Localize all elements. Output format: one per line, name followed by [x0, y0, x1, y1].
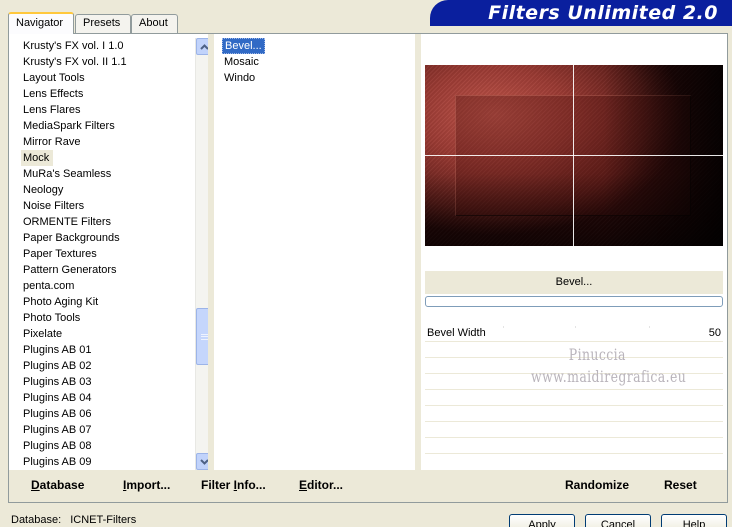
slider-ticks: [503, 326, 650, 328]
category-item[interactable]: Layout Tools: [21, 70, 201, 86]
filter-row: Windo: [222, 70, 402, 86]
parameter-list: Bevel Width 50 Pinuccia www.maidiregrafi…: [425, 326, 723, 470]
column-separator: [415, 34, 421, 470]
category-item[interactable]: Lens Effects: [21, 86, 201, 102]
import-button[interactable]: Import...: [123, 478, 170, 492]
category-item[interactable]: Pattern Generators: [21, 262, 201, 278]
category-item[interactable]: Paper Backgrounds: [21, 230, 201, 246]
category-item[interactable]: Photo Tools: [21, 310, 201, 326]
category-item[interactable]: Paper Textures: [21, 246, 201, 262]
category-item[interactable]: Plugins AB 03: [21, 374, 201, 390]
randomize-button[interactable]: Randomize: [565, 478, 629, 492]
param-row-bevel-width[interactable]: Bevel Width 50: [425, 326, 723, 342]
param-row-empty: [425, 422, 723, 438]
tab-about[interactable]: About: [131, 14, 178, 33]
category-item[interactable]: Plugins AB 06: [21, 406, 201, 422]
category-item[interactable]: Plugins AB 02: [21, 358, 201, 374]
tab-navigator[interactable]: Navigator: [8, 12, 74, 34]
filter-info-button[interactable]: Filter Info...: [201, 478, 266, 492]
status-bar: Database: ICNET-Filters: [11, 514, 142, 526]
grip-icon: [201, 333, 208, 340]
status-label: Database:: [11, 514, 62, 526]
category-item[interactable]: MediaSpark Filters: [21, 118, 201, 134]
status-value: ICNET-Filters: [70, 514, 137, 526]
preview-image[interactable]: [425, 65, 723, 246]
category-item[interactable]: MuRa's Seamless: [21, 166, 201, 182]
category-item[interactable]: Krusty's FX vol. I 1.0: [21, 38, 201, 54]
navigator-panel: Krusty's FX vol. I 1.0 Krusty's FX vol. I…: [8, 33, 728, 503]
column-separator: [208, 34, 214, 470]
filter-name-bar: Bevel...: [425, 271, 723, 294]
category-item[interactable]: Mirror Rave: [21, 134, 201, 150]
param-row-empty: [425, 438, 723, 454]
filter-item[interactable]: Mosaic: [222, 54, 261, 70]
filter-item[interactable]: Bevel...: [222, 38, 265, 54]
category-item[interactable]: ORMENTE Filters: [21, 214, 201, 230]
category-item[interactable]: Photo Aging Kit: [21, 294, 201, 310]
database-button[interactable]: Database: [31, 478, 84, 492]
progress-bar: [425, 296, 723, 307]
category-item[interactable]: Plugins AB 07: [21, 422, 201, 438]
help-button[interactable]: Help: [661, 514, 727, 527]
category-item[interactable]: Plugins AB 08: [21, 438, 201, 454]
app-title: Filters Unlimited 2.0: [488, 2, 718, 24]
reset-button[interactable]: Reset: [664, 478, 697, 492]
category-list[interactable]: Krusty's FX vol. I 1.0 Krusty's FX vol. I…: [21, 38, 201, 470]
category-item[interactable]: Neology: [21, 182, 201, 198]
param-label: Bevel Width: [427, 327, 486, 339]
filter-row: Mosaic: [222, 54, 402, 70]
param-row-empty: [425, 374, 723, 390]
tab-presets[interactable]: Presets: [75, 14, 131, 33]
preview-crosshair-horizontal: [425, 155, 723, 156]
apply-button[interactable]: Apply: [509, 514, 575, 527]
category-item[interactable]: Plugins AB 01: [21, 342, 201, 358]
editor-button[interactable]: Editor...: [299, 478, 343, 492]
category-item[interactable]: Lens Flares: [21, 102, 201, 118]
filter-list[interactable]: Bevel... Mosaic Windo: [222, 38, 402, 86]
param-row-empty: [425, 390, 723, 406]
category-item[interactable]: Plugins AB 09: [21, 454, 201, 470]
param-row-empty: [425, 358, 723, 374]
action-bar: Database Import... Filter Info... Editor…: [9, 470, 727, 502]
category-item[interactable]: penta.com: [21, 278, 201, 294]
category-item[interactable]: Krusty's FX vol. II 1.1: [21, 54, 201, 70]
category-item[interactable]: Noise Filters: [21, 198, 201, 214]
category-item[interactable]: Pixelate: [21, 326, 201, 342]
filter-item[interactable]: Windo: [222, 70, 257, 86]
filter-row: Bevel...: [222, 38, 402, 54]
param-value: 50: [708, 327, 721, 339]
title-banner: Filters Unlimited 2.0: [420, 0, 732, 28]
cancel-button[interactable]: Cancel: [585, 514, 651, 527]
param-row-empty: [425, 342, 723, 358]
category-item[interactable]: Plugins AB 04: [21, 390, 201, 406]
param-row-empty: [425, 406, 723, 422]
category-item[interactable]: Mock: [21, 150, 53, 166]
